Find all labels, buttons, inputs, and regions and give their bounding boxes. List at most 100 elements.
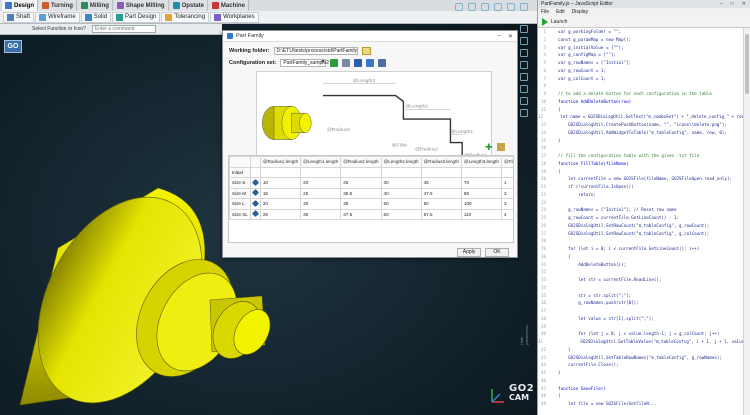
table-cell[interactable]: 60: [380, 208, 422, 220]
maximize-icon[interactable]: □: [731, 1, 734, 7]
table-row[interactable]: Size M 15 25 35.5 40 47.5 90 2: [229, 187, 513, 199]
table-cell[interactable]: [460, 166, 502, 178]
go-button[interactable]: GO: [4, 40, 22, 53]
table-cell[interactable]: 110: [460, 208, 502, 220]
edit-row-icon[interactable]: [251, 178, 259, 186]
edit-row-icon[interactable]: [251, 189, 259, 197]
table-row[interactable]: Initial: [229, 166, 513, 178]
configuration-set-select[interactable]: PartFamily_sample2: [280, 59, 329, 67]
table-cell[interactable]: 35: [340, 198, 382, 210]
tab-machine[interactable]: Machine: [208, 0, 249, 11]
table-cell[interactable]: 100: [460, 198, 502, 210]
edit-row-icon[interactable]: [251, 199, 259, 207]
table-cell[interactable]: 25: [340, 177, 382, 189]
table-cell[interactable]: 40: [380, 187, 422, 199]
part-design-button[interactable]: Part Design: [112, 11, 161, 23]
help-icon[interactable]: [520, 3, 528, 11]
row-header[interactable]: Size L: [229, 198, 251, 210]
close-icon[interactable]: ✕: [742, 1, 746, 7]
code-editor[interactable]: 1 var g_workingFolder = ""; 2 const g_par…: [538, 28, 743, 415]
table-cell[interactable]: 15: [259, 187, 302, 199]
command-input[interactable]: [91, 25, 156, 33]
hide-parameters-label[interactable]: Hide parameters: [519, 325, 529, 345]
editor-scrollbar[interactable]: [743, 28, 750, 415]
table-row[interactable]: Size S 10 20 25 30 45 70 1: [229, 177, 513, 189]
table-cell[interactable]: [300, 166, 342, 178]
tab-design[interactable]: Design: [2, 0, 39, 11]
column-header[interactable]: @Radius1.length: [259, 156, 302, 168]
table-cell[interactable]: 20: [259, 198, 302, 210]
save-config-icon[interactable]: [354, 59, 363, 67]
table-cell[interactable]: 57.5: [420, 208, 462, 220]
shaft-button[interactable]: Shaft: [3, 11, 35, 23]
table-row[interactable]: Size L 20 30 35 50 50 100 3: [229, 198, 513, 210]
menu-edit[interactable]: Edit: [556, 9, 565, 15]
tolerancing-button[interactable]: Tolerancing: [161, 11, 210, 23]
add-row-icon[interactable]: ✚: [485, 143, 493, 152]
table-cell[interactable]: [420, 166, 462, 178]
tab-opstate[interactable]: Opstate: [169, 0, 208, 11]
row-header[interactable]: Initial: [229, 166, 251, 178]
import-config-icon[interactable]: [366, 59, 375, 67]
column-header[interactable]: @Radius2.length: [340, 156, 382, 168]
column-header[interactable]: @Length2.length: [380, 156, 422, 168]
working-folder-input[interactable]: D:\ETU\tests\process\std\PartFamily\: [273, 47, 358, 55]
table-cell[interactable]: [259, 166, 302, 178]
table-cell[interactable]: 4: [500, 208, 513, 220]
layers-icon[interactable]: [520, 109, 528, 117]
row-header[interactable]: Size M: [229, 187, 251, 199]
settings-icon[interactable]: [507, 3, 515, 11]
workplanes-button[interactable]: Workplanes: [210, 11, 259, 23]
table-cell[interactable]: [500, 166, 513, 178]
table-cell[interactable]: 2: [500, 187, 513, 199]
table-cell[interactable]: 50: [420, 198, 462, 210]
column-header[interactable]: @Length3.length: [460, 156, 502, 168]
table-cell[interactable]: 30: [380, 177, 422, 189]
table-options-icon[interactable]: [497, 143, 505, 151]
zoom-out-icon[interactable]: [520, 49, 528, 57]
redo-icon[interactable]: [494, 3, 502, 11]
menu-file[interactable]: File: [541, 9, 549, 15]
table-cell[interactable]: 25: [259, 208, 302, 220]
column-header[interactable]: @Fillet.radius: [500, 156, 513, 168]
table-cell[interactable]: 1: [500, 177, 513, 189]
measure-icon[interactable]: [520, 97, 528, 105]
column-header[interactable]: @Radius3.length: [420, 156, 462, 168]
table-cell[interactable]: 25: [300, 187, 342, 199]
editor-title-bar[interactable]: PartFamily.js – JavaScript Editor – □ ✕: [538, 0, 750, 8]
rotate-icon[interactable]: [520, 61, 528, 69]
table-cell[interactable]: 20: [300, 177, 342, 189]
tab-milling[interactable]: Milling: [77, 0, 113, 11]
table-cell[interactable]: 30: [300, 198, 342, 210]
minimize-icon[interactable]: –: [720, 1, 723, 7]
row-header[interactable]: Size XL: [229, 208, 251, 220]
table-cell[interactable]: 10: [259, 177, 302, 189]
add-config-icon[interactable]: [330, 59, 339, 67]
launch-play-icon[interactable]: [542, 17, 548, 26]
ok-button[interactable]: OK: [485, 248, 509, 257]
edit-config-icon[interactable]: [342, 59, 351, 67]
view-cube-icon[interactable]: [455, 3, 463, 11]
display-mode-icon[interactable]: [468, 3, 476, 11]
wireframe-button[interactable]: Wireframe: [35, 11, 80, 23]
launch-button-label[interactable]: Launch: [551, 19, 567, 25]
undo-icon[interactable]: [481, 3, 489, 11]
table-cell[interactable]: [340, 166, 382, 178]
table-cell[interactable]: 3: [500, 198, 513, 210]
browse-folder-icon[interactable]: [361, 47, 371, 55]
apply-button[interactable]: Apply: [457, 248, 481, 257]
column-header[interactable]: @Length1.length: [300, 156, 342, 168]
export-config-icon[interactable]: [378, 59, 387, 67]
table-cell[interactable]: 47.5: [420, 187, 462, 199]
tab-shape-milling[interactable]: Shape Milling: [113, 0, 169, 11]
section-icon[interactable]: [520, 85, 528, 93]
pan-icon[interactable]: [520, 73, 528, 81]
table-cell[interactable]: 35: [300, 208, 342, 220]
table-cell[interactable]: 70: [460, 177, 502, 189]
zoom-fit-icon[interactable]: [520, 25, 528, 33]
close-icon[interactable]: ✕: [508, 33, 513, 40]
table-cell[interactable]: 50: [380, 198, 422, 210]
tab-turning[interactable]: Turning: [39, 0, 77, 11]
table-cell[interactable]: 45: [420, 177, 462, 189]
menu-display[interactable]: Display: [572, 9, 588, 15]
